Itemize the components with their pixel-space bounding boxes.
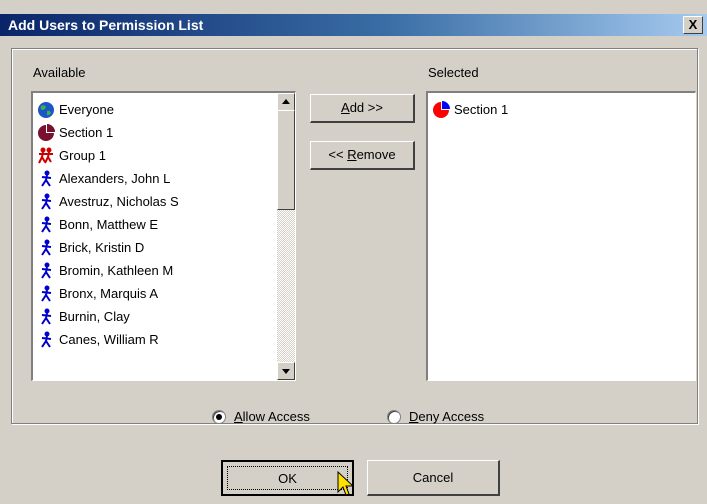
mouse-cursor-icon: [337, 470, 355, 496]
user-icon: [41, 285, 52, 302]
user-icon: [41, 331, 52, 348]
user-icon: [41, 193, 52, 210]
add-accel: A: [341, 100, 350, 115]
list-item-label: Alexanders, John L: [59, 171, 171, 186]
scroll-down-button[interactable]: [277, 362, 295, 380]
allow-label: llow Access: [242, 409, 310, 424]
list-item-label: Avestruz, Nicholas S: [59, 194, 179, 209]
user-icon: [41, 239, 52, 256]
user-icon: [41, 170, 52, 187]
radio-circle: [212, 409, 226, 424]
list-item[interactable]: Avestruz, Nicholas S: [37, 191, 179, 213]
list-item-label: Section 1: [454, 102, 509, 117]
allow-accel: A: [234, 409, 243, 424]
list-item[interactable]: Bromin, Kathleen M: [37, 260, 173, 282]
close-button[interactable]: X: [683, 16, 703, 34]
deny-access-radio[interactable]: Deny Access: [387, 409, 484, 424]
list-item-label: Bronx, Marquis A: [59, 286, 158, 301]
list-item-label: Everyone: [59, 102, 114, 117]
list-item[interactable]: Brick, Kristin D: [37, 237, 144, 259]
title-bar[interactable]: Add Users to Permission List X: [0, 14, 707, 36]
allow-access-radio[interactable]: Allow Access: [212, 409, 310, 424]
triangle-down-icon: [282, 369, 290, 374]
selected-label: Selected: [428, 65, 479, 80]
list-item-label: Group 1: [59, 148, 106, 163]
remove-accel: R: [347, 147, 357, 162]
section-pie-icon: [38, 124, 55, 141]
available-label: Available: [33, 65, 86, 80]
add-label: dd >>: [349, 100, 383, 115]
list-item-label: Burnin, Clay: [59, 309, 130, 324]
list-item-label: Bonn, Matthew E: [59, 217, 158, 232]
available-listbox[interactable]: Everyone Section 1 Group 1 Alexanders, J…: [31, 91, 296, 381]
list-item[interactable]: Burnin, Clay: [37, 306, 130, 328]
vertical-scrollbar[interactable]: [277, 93, 295, 380]
group-icon: [38, 147, 53, 164]
section-pie-icon: [433, 101, 450, 118]
globe-icon: [38, 102, 54, 118]
ok-button[interactable]: OK: [221, 460, 354, 496]
scrollbar-thumb[interactable]: [277, 110, 295, 210]
list-item-label: Bromin, Kathleen M: [59, 263, 174, 278]
radio-circle: [387, 409, 401, 424]
list-item[interactable]: Bonn, Matthew E: [37, 214, 158, 236]
deny-accel: D: [409, 409, 419, 424]
list-item[interactable]: Section 1: [37, 122, 113, 144]
list-item[interactable]: Canes, William R: [37, 329, 159, 351]
list-item[interactable]: Alexanders, John L: [37, 168, 170, 190]
list-item[interactable]: Group 1: [37, 145, 106, 167]
window-title: Add Users to Permission List: [8, 17, 204, 33]
list-item[interactable]: Everyone: [37, 99, 114, 121]
cancel-button[interactable]: Cancel: [367, 460, 500, 496]
list-item-label: Brick, Kristin D: [59, 240, 145, 255]
remove-label: emove: [356, 147, 396, 162]
deny-label: eny Access: [418, 409, 485, 424]
remove-prefix: <<: [328, 147, 348, 162]
list-item-label: Section 1: [59, 125, 114, 140]
radio-dot: [216, 413, 222, 420]
remove-button[interactable]: << Remove: [310, 141, 415, 170]
cancel-label: Cancel: [412, 470, 454, 485]
triangle-up-icon: [282, 99, 290, 104]
dialog-window: Add Users to Permission List X Available…: [0, 0, 707, 504]
focus-rectangle: [227, 466, 348, 490]
list-item-label: Canes, William R: [59, 332, 159, 347]
selected-listbox[interactable]: Section 1: [426, 91, 696, 381]
scroll-up-button[interactable]: [277, 93, 295, 111]
user-icon: [41, 216, 52, 233]
add-button[interactable]: Add >>: [310, 94, 415, 123]
user-icon: [41, 262, 52, 279]
list-item[interactable]: Section 1: [432, 99, 508, 121]
list-item[interactable]: Bronx, Marquis A: [37, 283, 158, 305]
user-icon: [41, 308, 52, 325]
